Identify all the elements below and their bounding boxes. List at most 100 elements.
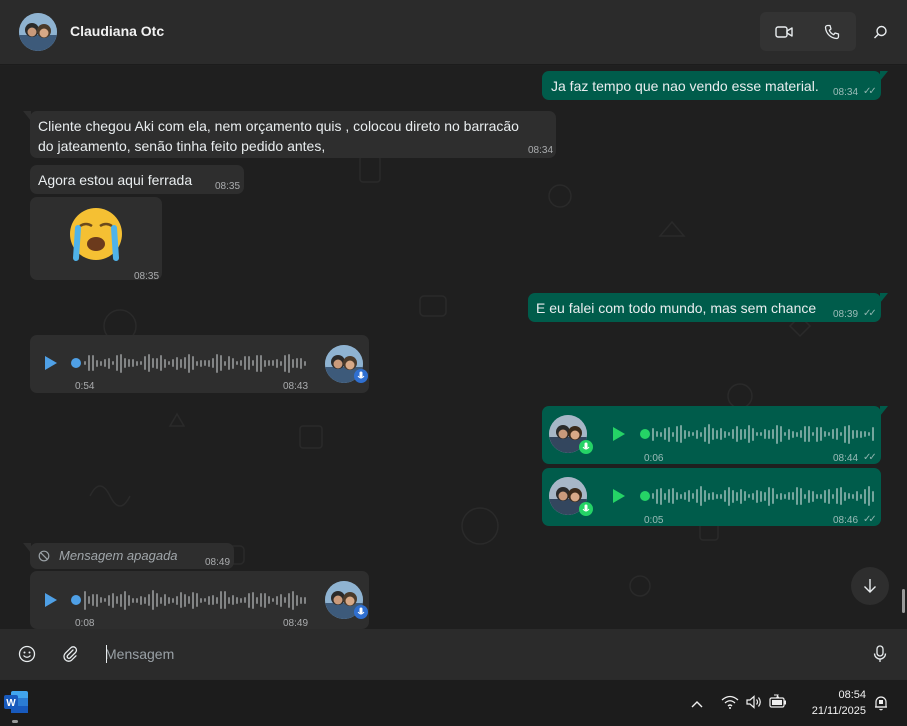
waveform-bar	[200, 597, 202, 603]
chevron-up-icon	[691, 701, 703, 708]
voice-record-button[interactable]	[868, 642, 892, 666]
waveform-bar	[724, 490, 726, 502]
message-incoming-emoji[interactable]: 😭 08:35	[30, 197, 162, 282]
waveform-bar	[676, 492, 678, 500]
waveform-bar	[832, 429, 834, 439]
message-time: 08:46	[833, 515, 859, 526]
notification-center-button[interactable]	[873, 695, 889, 716]
play-icon[interactable]	[613, 489, 625, 503]
message-time: 08:35	[215, 181, 241, 192]
message-time: 08:49	[283, 618, 309, 629]
message-input[interactable]	[105, 642, 845, 666]
message-incoming[interactable]: Agora estou aqui ferrada 08:35	[30, 165, 244, 194]
waveform-bar	[220, 591, 222, 609]
waveform-bar	[272, 598, 274, 602]
waveform-bar	[152, 590, 154, 610]
waveform-bar	[136, 360, 138, 366]
waveform-bar	[200, 359, 202, 367]
battery-button[interactable]	[768, 694, 788, 715]
message-time: 08:34	[528, 145, 554, 156]
waveform-bar	[152, 358, 154, 368]
voice-message-outgoing[interactable]: 0:06 08:44 ✓✓	[542, 406, 888, 464]
waveform-bar	[300, 357, 302, 369]
play-icon[interactable]	[45, 356, 57, 370]
voice-message-incoming[interactable]: 0:08 08:49	[30, 571, 369, 629]
search-button[interactable]	[866, 18, 894, 46]
waveform-bar	[772, 429, 774, 439]
waveform-bar	[208, 359, 210, 367]
audio-waveform[interactable]	[652, 423, 874, 445]
waveform-bar	[208, 595, 210, 605]
waveform-bar	[680, 425, 682, 443]
waveform-bar	[868, 432, 870, 436]
voice-message-outgoing[interactable]: 0:05 08:46 ✓✓	[542, 468, 881, 526]
waveform-bar	[296, 594, 298, 606]
waveform-bar	[204, 360, 206, 366]
wifi-button[interactable]	[721, 694, 739, 715]
blocked-icon	[38, 550, 50, 562]
chat-scrollbar[interactable]	[902, 589, 905, 613]
contact-avatar[interactable]	[19, 13, 57, 51]
waveform-bar	[716, 493, 718, 499]
message-deleted[interactable]: Mensagem apagada 08:49	[23, 543, 234, 569]
message-incoming[interactable]: Cliente chegou Aki com ela, nem orçament…	[23, 111, 556, 158]
waveform-bar	[832, 493, 834, 499]
waveform-bar	[712, 428, 714, 440]
waveform-bar	[856, 430, 858, 438]
waveform-bar	[172, 597, 174, 603]
waveform-bar	[280, 593, 282, 607]
read-check-icon: ✓✓	[863, 452, 877, 463]
waveform-bar	[788, 492, 790, 500]
waveform-bar	[88, 355, 90, 371]
emoji-button[interactable]	[15, 642, 39, 666]
waveform-bar	[284, 597, 286, 603]
message-list[interactable]: Ja faz tempo que nao vendo esse material…	[0, 66, 907, 629]
waveform-bar	[236, 361, 238, 365]
waveform-bar	[272, 360, 274, 366]
waveform-bar	[128, 359, 130, 367]
audio-waveform[interactable]	[84, 352, 306, 374]
waveform-bar	[236, 596, 238, 604]
waveform-bar	[696, 429, 698, 439]
waveform-bar	[260, 593, 262, 607]
waveform-bar	[844, 491, 846, 501]
waveform-bar	[176, 595, 178, 605]
waveform-bar	[132, 597, 134, 603]
audio-progress-handle[interactable]	[640, 491, 650, 501]
message-outgoing[interactable]: E eu falei com todo mundo, mas sem chanc…	[528, 293, 888, 322]
show-hidden-icons-button[interactable]	[690, 696, 706, 710]
read-check-icon: ✓✓	[863, 308, 877, 319]
clock-date[interactable]: 21/11/2025	[800, 705, 866, 717]
audio-waveform[interactable]	[84, 589, 306, 611]
clock-time[interactable]: 08:54	[800, 689, 866, 701]
audio-progress-handle[interactable]	[640, 429, 650, 439]
waveform-bar	[872, 490, 874, 502]
waveform-bar	[264, 592, 266, 608]
audio-duration: 0:54	[75, 381, 95, 392]
waveform-bar	[96, 593, 98, 607]
attach-button[interactable]	[58, 642, 82, 666]
waveform-bar	[300, 596, 302, 604]
play-icon[interactable]	[45, 593, 57, 607]
audio-waveform[interactable]	[652, 485, 874, 507]
waveform-bar	[292, 358, 294, 368]
message-time: 08:35	[134, 271, 160, 282]
word-taskbar-button[interactable]: W	[3, 690, 29, 714]
waveform-bar	[164, 358, 166, 368]
video-call-button[interactable]	[760, 12, 808, 51]
voice-call-button[interactable]	[808, 12, 856, 51]
svg-text:W: W	[6, 698, 16, 709]
play-icon[interactable]	[613, 427, 625, 441]
contact-name[interactable]: Claudiana Otc	[70, 23, 164, 39]
audio-progress-handle[interactable]	[71, 595, 81, 605]
message-outgoing[interactable]: Ja faz tempo que nao vendo esse material…	[542, 71, 888, 100]
volume-button[interactable]	[745, 694, 763, 715]
scroll-to-bottom-button[interactable]	[851, 567, 889, 605]
waveform-bar	[668, 489, 670, 503]
waveform-bar	[840, 432, 842, 436]
waveform-bar	[248, 356, 250, 370]
audio-progress-handle[interactable]	[71, 358, 81, 368]
waveform-bar	[216, 353, 218, 373]
voice-message-incoming[interactable]: 0:54 08:43	[30, 335, 369, 393]
waveform-bar	[812, 432, 814, 436]
